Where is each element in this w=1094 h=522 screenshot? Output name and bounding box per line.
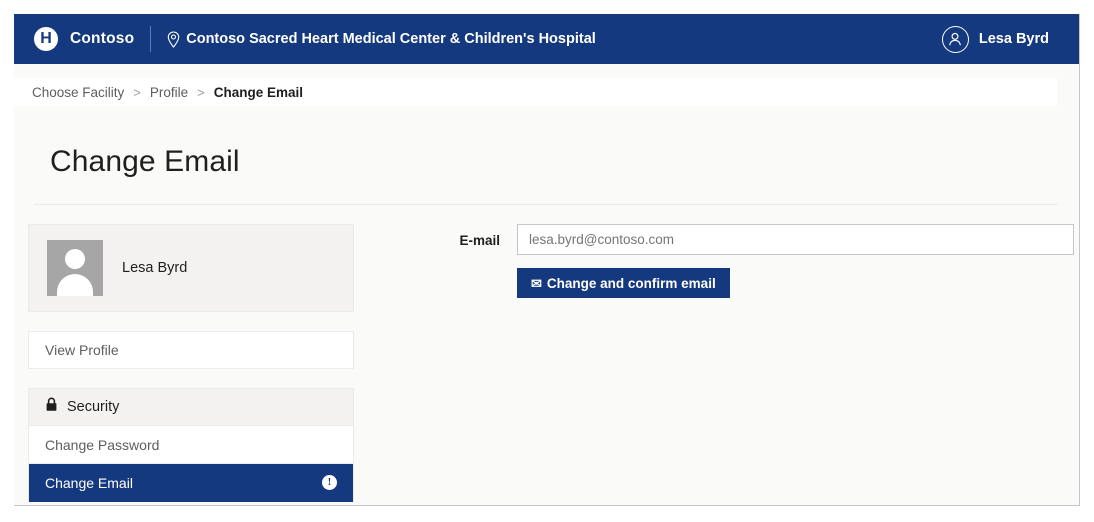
- profile-sidebar: Lesa Byrd View Profile Security Change P…: [28, 224, 354, 502]
- brand-name: Contoso: [70, 30, 135, 47]
- sidebar-item-change-password[interactable]: Change Password: [29, 426, 353, 464]
- sidebar-group-security: Security Change Password Change Email !: [28, 388, 354, 502]
- facility-name: Contoso Sacred Heart Medical Center & Ch…: [186, 31, 596, 47]
- avatar: [941, 25, 969, 53]
- sidebar-item-change-email[interactable]: Change Email !: [29, 464, 353, 502]
- email-field[interactable]: [517, 224, 1074, 255]
- contoso-logo-icon: H: [34, 27, 58, 51]
- sidebar-group-header-security: Security: [29, 389, 353, 426]
- user-name: Lesa Byrd: [978, 31, 1049, 47]
- header-divider: [150, 26, 152, 52]
- envelope-icon: ✉: [531, 275, 542, 291]
- map-pin-icon: [167, 30, 180, 48]
- profile-card: Lesa Byrd: [28, 224, 354, 312]
- title-divider: [34, 204, 1058, 205]
- info-icon: !: [322, 475, 337, 490]
- breadcrumb-item-change-email: Change Email: [213, 84, 304, 100]
- email-label: E-mail: [459, 233, 500, 248]
- app-header: H Contoso Contoso Sacred Heart Medical C…: [14, 14, 1079, 64]
- page-title: Change Email: [50, 145, 240, 178]
- app-window: H Contoso Contoso Sacred Heart Medical C…: [14, 14, 1080, 506]
- breadcrumb-separator: >: [133, 84, 141, 100]
- breadcrumb-item-profile[interactable]: Profile: [150, 85, 188, 100]
- sidebar-item-label: View Profile: [45, 342, 119, 358]
- breadcrumb-item-choose-facility[interactable]: Choose Facility: [32, 85, 124, 100]
- change-and-confirm-email-button[interactable]: ✉ Change and confirm email: [517, 268, 730, 298]
- sidebar-item-label: Change Email: [45, 474, 133, 491]
- facility-selector[interactable]: Contoso Sacred Heart Medical Center & Ch…: [167, 30, 596, 48]
- brand-area[interactable]: H Contoso: [34, 27, 134, 51]
- sidebar-item-view-profile[interactable]: View Profile: [28, 331, 354, 369]
- sidebar-group-label: Security: [67, 399, 120, 415]
- profile-card-name: Lesa Byrd: [122, 260, 188, 276]
- page-content: Lesa Byrd View Profile Security Change P…: [14, 214, 1079, 505]
- sidebar-item-label: Change Password: [45, 436, 160, 453]
- change-email-form: E-mail ✉ Change and confirm email: [434, 224, 1074, 298]
- user-menu[interactable]: Lesa Byrd: [941, 25, 1063, 53]
- breadcrumb: Choose Facility > Profile > Change Email: [14, 78, 1057, 106]
- breadcrumb-separator: >: [197, 84, 205, 100]
- lock-icon: [45, 397, 58, 417]
- button-label: Change and confirm email: [546, 275, 716, 291]
- profile-avatar-icon: [47, 240, 103, 296]
